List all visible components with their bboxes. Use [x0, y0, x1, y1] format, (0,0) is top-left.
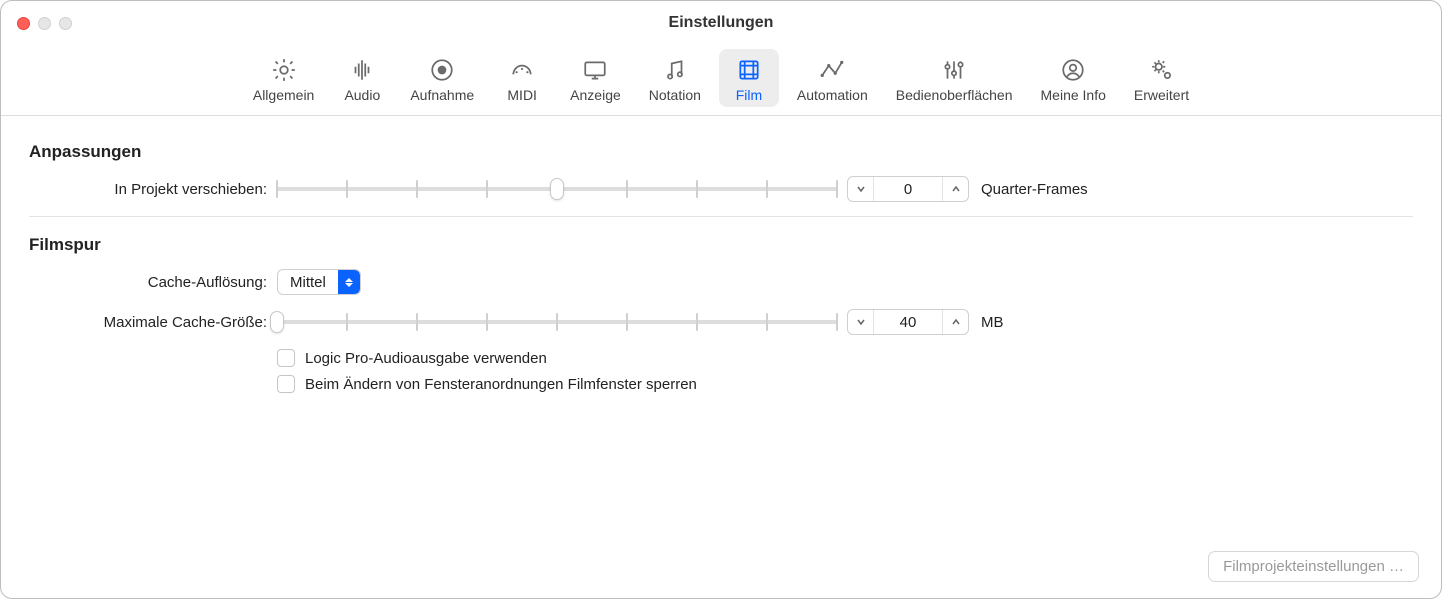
gear-icon [269, 55, 299, 85]
label-max-cache: Maximale Cache-Größe: [29, 314, 277, 331]
titlebar: Einstellungen [1, 1, 1441, 45]
tab-label: MIDI [507, 87, 537, 103]
automation-icon [817, 55, 847, 85]
checkbox-lock-movie-window[interactable] [277, 375, 295, 393]
sliders-icon [939, 55, 969, 85]
stepper-value: 40 [874, 310, 942, 334]
tab-automation[interactable]: Automation [787, 49, 878, 107]
tab-label: Erweitert [1134, 87, 1189, 103]
tab-label: Automation [797, 87, 868, 103]
window-controls [17, 17, 72, 30]
tab-meine-info[interactable]: Meine Info [1031, 49, 1116, 107]
tab-label: Aufnahme [410, 87, 474, 103]
record-icon [427, 55, 457, 85]
tab-label: Allgemein [253, 87, 314, 103]
midi-icon [507, 55, 537, 85]
preferences-content: Anpassungen In Projekt verschieben: 0 Qu… [1, 116, 1441, 598]
stepper-decrement-button[interactable] [848, 177, 874, 201]
popup-arrows-icon [338, 270, 360, 294]
close-window-button[interactable] [17, 17, 30, 30]
user-icon [1058, 55, 1088, 85]
tab-label: Film [736, 87, 762, 103]
divider [29, 216, 1413, 217]
row-in-projekt-verschieben: In Projekt verschieben: 0 Quarter-Frames [29, 176, 1413, 202]
minimize-window-button[interactable] [38, 17, 51, 30]
tab-erweitert[interactable]: Erweitert [1124, 49, 1199, 107]
tab-allgemein[interactable]: Allgemein [243, 49, 324, 107]
label-in-projekt: In Projekt verschieben: [29, 181, 277, 198]
tab-label: Notation [649, 87, 701, 103]
footer: Filmprojekteinstellungen … [1208, 551, 1419, 582]
stepper-max-cache[interactable]: 40 [847, 309, 969, 335]
slider-in-projekt[interactable] [277, 178, 837, 200]
tab-film[interactable]: Film [719, 49, 779, 107]
row-cache-aufloesung: Cache-Auflösung: Mittel [29, 269, 1413, 295]
tab-label: Audio [344, 87, 380, 103]
checkbox-use-logic-audio[interactable] [277, 349, 295, 367]
tab-aufnahme[interactable]: Aufnahme [400, 49, 484, 107]
window-title: Einstellungen [1, 14, 1441, 32]
stepper-increment-button[interactable] [942, 177, 968, 201]
display-icon [580, 55, 610, 85]
notes-icon [660, 55, 690, 85]
zoom-window-button[interactable] [59, 17, 72, 30]
preferences-window: Einstellungen Allgemein Audio Aufnahme [0, 0, 1442, 599]
film-project-settings-button[interactable]: Filmprojekteinstellungen … [1208, 551, 1419, 582]
tab-midi[interactable]: MIDI [492, 49, 552, 107]
checkbox-label: Beim Ändern von Fensteranordnungen Filmf… [305, 376, 697, 393]
section-filmspur-title: Filmspur [29, 235, 1413, 255]
tab-anzeige[interactable]: Anzeige [560, 49, 631, 107]
popup-value: Mittel [278, 274, 338, 291]
popup-cache-aufloesung[interactable]: Mittel [277, 269, 361, 295]
waveform-icon [347, 55, 377, 85]
stepper-decrement-button[interactable] [848, 310, 874, 334]
tab-label: Bedienoberflächen [896, 87, 1013, 103]
stepper-value: 0 [874, 177, 942, 201]
unit-max-cache: MB [981, 314, 1004, 331]
preferences-toolbar: Allgemein Audio Aufnahme MIDI Anzeige [1, 45, 1441, 116]
gears-icon [1147, 55, 1177, 85]
section-anpassungen-title: Anpassungen [29, 142, 1413, 162]
row-checkbox-lock: Beim Ändern von Fensteranordnungen Filmf… [29, 375, 1413, 393]
slider-max-cache[interactable] [277, 311, 837, 333]
tab-notation[interactable]: Notation [639, 49, 711, 107]
tab-audio[interactable]: Audio [332, 49, 392, 107]
stepper-in-projekt[interactable]: 0 [847, 176, 969, 202]
film-icon [734, 55, 764, 85]
checkbox-label: Logic Pro-Audioausgabe verwenden [305, 350, 547, 367]
unit-in-projekt: Quarter-Frames [981, 181, 1088, 198]
tab-label: Meine Info [1041, 87, 1106, 103]
row-checkbox-audio: Logic Pro-Audioausgabe verwenden [29, 349, 1413, 367]
label-cache-aufloesung: Cache-Auflösung: [29, 274, 277, 291]
row-max-cache: Maximale Cache-Größe: 40 MB [29, 309, 1413, 335]
stepper-increment-button[interactable] [942, 310, 968, 334]
tab-bedienoberflaechen[interactable]: Bedienoberflächen [886, 49, 1023, 107]
tab-label: Anzeige [570, 87, 621, 103]
